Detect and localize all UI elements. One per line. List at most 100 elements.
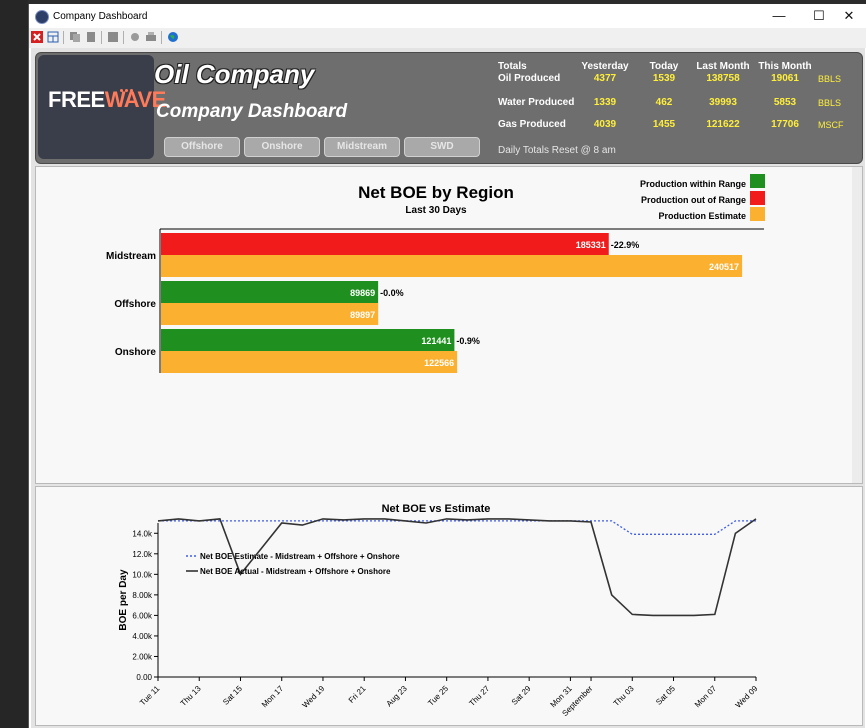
x-tick-label: Tue 11 [138,684,162,708]
x-tick-label: Thu 13 [179,684,203,708]
dashboard-content: FREEWAVE Oil Company Company Dashboard O… [31,48,865,728]
app-window: Company Dashboard — ☐ ✕ FREEWAVE Oil Com… [28,4,866,728]
desktop-background [0,0,28,728]
y-tick-label: 14.0k [132,529,153,538]
oil-today: 1539 [652,73,676,84]
col-today: Today [649,61,679,72]
diff-label: -22.9% [611,240,640,250]
estimate-series-line [158,520,756,535]
y-axis-label: BOE per Day [118,569,129,631]
row-label-oil: Oil Produced [498,73,561,84]
save-icon[interactable] [107,31,119,43]
globe-icon[interactable] [167,31,179,43]
gas-this-month: 17706 [771,119,799,130]
y-tick-label: 4.00k [132,632,153,641]
legend-series-label: Net BOE Actual - Midstream + Offshore + … [200,567,391,576]
line-chart-svg: 0.00 2.00k 4.00k 6.00k 8.00k 10.0k 12.0k 14.0k B… [118,518,760,718]
col-this-month: This Month [758,61,812,72]
toolbar-separator [123,31,124,44]
legend-series-label: Net BOE Estimate - Midstream + Offshore … [200,552,400,561]
layout-icon[interactable] [47,31,59,43]
oil-yesterday: 4377 [593,73,617,84]
x-tick-label: Sat 05 [654,684,677,707]
bar-chart-panel: Net BOE by Region Last 30 Days Productio… [35,166,863,484]
x-tick-label: Wed 19 [301,684,327,710]
app-icon [35,10,49,24]
paste-icon[interactable] [85,31,97,43]
bar-chart-svg: Midstream 185331 -22.9% 240517 Offshore 89869… [106,228,764,373]
gas-today: 1455 [652,119,676,130]
y-tick-label: 0.00 [136,673,152,682]
gas-last-month: 121622 [706,119,740,130]
estimate-bar-label: 89897 [350,310,375,320]
dashboard-header: FREEWAVE Oil Company Company Dashboard O… [35,52,863,164]
toolbar-separator [101,31,102,44]
onshore-button[interactable]: Onshore [244,137,320,157]
actual-bar [161,233,609,255]
x-tick-label: Thu 03 [612,684,636,708]
oil-last-month: 138758 [706,73,740,84]
toolbar-separator [63,31,64,44]
estimate-bar-label: 240517 [709,262,739,272]
water-last-month: 39993 [709,97,737,108]
col-last-month: Last Month [696,61,750,72]
row-label-water: Water Produced [498,97,575,108]
toolbar [29,28,866,48]
close-red-icon[interactable] [31,31,43,43]
estimate-bar [161,255,743,277]
category-label: Offshore [114,299,156,310]
company-title: Oil Company [154,59,315,89]
y-tick-label: 8.00k [132,591,153,600]
x-tick-label: Mon 07 [693,684,719,710]
x-tick-label: Tue 25 [426,684,450,708]
close-button[interactable]: ✕ [831,6,866,26]
estimate-bar [161,303,379,325]
water-yesterday: 1339 [593,97,617,108]
actual-bar [161,329,455,351]
midstream-button[interactable]: Midstream [324,137,400,157]
category-label: Onshore [115,347,157,358]
oil-unit: BBLS [818,74,842,84]
row-label-gas: Gas Produced [498,119,566,130]
col-yesterday: Yesterday [581,61,629,72]
estimate-bar [161,351,458,373]
y-tick-label: 10.0k [132,570,153,579]
settings-icon[interactable] [129,31,141,43]
dashboard-title: Company Dashboard [156,101,348,122]
x-tick-label: Fri 21 [347,684,368,705]
logo-text: FREEWAVE [48,87,166,112]
oil-this-month: 19061 [771,73,799,84]
diff-label: -0.9% [456,336,480,346]
y-tick-label: 12.0k [132,550,153,559]
estimate-bar-label: 122566 [424,358,454,368]
actual-bar-label: 89869 [350,288,375,298]
toolbar-separator [161,31,162,44]
copy-icon[interactable] [69,31,81,43]
window-title: Company Dashboard [53,11,148,22]
company-logo: FREEWAVE [38,55,166,159]
totals-heading: Totals [498,61,527,72]
category-label: Midstream [106,251,156,262]
x-tick-label: Wed 09 [734,684,760,710]
line-chart-panel: Net BOE vs Estimate 0.00 2.00k 4.00k 6.00k 8… [35,486,863,726]
minimize-button[interactable]: — [761,6,797,26]
reset-note: Daily Totals Reset @ 8 am [498,145,616,156]
offshore-button[interactable]: Offshore [164,137,240,157]
title-bar: Company Dashboard — ☐ ✕ [29,4,866,28]
x-tick-label: Sat 29 [510,684,533,707]
gas-yesterday: 4039 [593,119,617,130]
y-tick-label: 2.00k [132,652,153,661]
x-tick-label: Aug 23 [385,684,410,709]
print-icon[interactable] [145,31,157,43]
actual-bar-label: 185331 [576,240,606,250]
panel-scrollbar[interactable] [852,167,862,483]
y-tick-label: 6.00k [132,611,153,620]
x-tick-label: Mon 17 [260,684,286,710]
swd-button[interactable]: SWD [404,137,480,157]
actual-bar [161,281,379,303]
water-unit: BBLS [818,98,842,108]
actual-bar-label: 121441 [421,336,451,346]
water-this-month: 5853 [773,97,797,108]
gas-unit: MSCF [818,120,844,130]
x-tick-label: Sat 15 [221,684,244,707]
